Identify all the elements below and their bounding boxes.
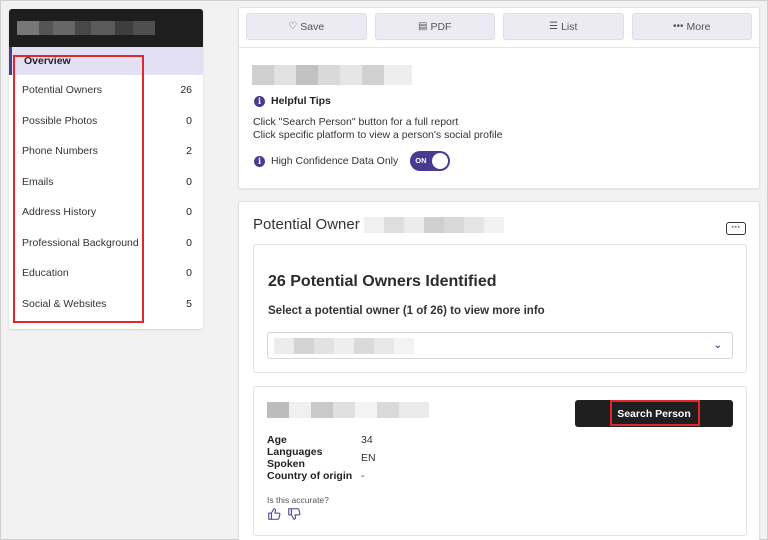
sidebar-item-count: 5	[186, 297, 192, 310]
sidebar-nav: Overview Potential Owners 26 Possible Ph…	[9, 47, 203, 319]
toolbar: ♡ Save ▤ PDF ☰ List ••• More	[239, 8, 759, 45]
detail-label: Age	[267, 434, 287, 446]
tips-title-text: Helpful Tips	[271, 95, 331, 107]
redacted-subject-name	[252, 65, 412, 85]
redacted-name	[17, 21, 155, 35]
list-label: List	[561, 20, 578, 33]
detail-value: EN	[361, 452, 376, 464]
sidebar-item-count: 26	[180, 84, 192, 97]
sidebar-item-phone-numbers[interactable]: Phone Numbers 2	[9, 136, 203, 167]
info-icon: i	[254, 155, 265, 167]
sidebar-item-label: Possible Photos	[22, 114, 98, 127]
sidebar-header	[9, 9, 203, 47]
sidebar-item-label: Social & Websites	[22, 297, 107, 310]
accuracy-question: Is this accurate?	[267, 495, 329, 505]
sidebar-item-label: Phone Numbers	[22, 145, 98, 158]
owner-select-prompt: Select a potential owner (1 of 26) to vi…	[268, 305, 545, 317]
feedback-buttons	[267, 507, 301, 526]
sidebar-item-potential-owners[interactable]: Potential Owners 26	[9, 75, 203, 106]
sidebar-item-label: Professional Background	[22, 236, 139, 249]
sidebar: Overview Potential Owners 26 Possible Ph…	[9, 9, 203, 329]
pdf-icon: ▤	[418, 21, 428, 32]
report-toolbar-panel: ♡ Save ▤ PDF ☰ List ••• More i Helpful T…	[238, 7, 760, 189]
pdf-label: PDF	[430, 20, 452, 33]
list-icon: ☰	[549, 21, 559, 32]
ellipsis-icon: ···	[731, 222, 741, 232]
thumbs-down-icon[interactable]	[287, 507, 301, 526]
toggle-knob	[432, 153, 449, 169]
potential-owner-section: Potential Owner ··· 26 Potential Owners …	[238, 201, 760, 540]
sidebar-item-count: 0	[186, 114, 192, 127]
section-options-button[interactable]: ···	[726, 222, 746, 235]
sidebar-item-address-history[interactable]: Address History 0	[9, 197, 203, 228]
toolbar-divider	[239, 47, 759, 48]
ellipsis-icon: •••	[673, 21, 684, 32]
tips-line-1: Click "Search Person" button for a full …	[253, 116, 459, 128]
owners-heading: 26 Potential Owners Identified	[268, 273, 497, 290]
sidebar-item-label: Address History	[22, 206, 97, 219]
sidebar-item-label: Education	[22, 267, 69, 280]
detail-row-languages: Languages Spoken EN	[267, 446, 376, 470]
detail-label: Country of origin	[267, 470, 353, 482]
person-card: Search Person Age 34 Languages Spoken EN…	[253, 386, 747, 536]
detail-row-country: Country of origin -	[267, 467, 376, 485]
redacted-selected-owner	[274, 338, 414, 354]
sidebar-item-count: 0	[186, 175, 192, 188]
save-button[interactable]: ♡ Save	[246, 13, 367, 40]
sidebar-item-label: Emails	[22, 175, 54, 188]
tips-title: i Helpful Tips	[254, 95, 331, 107]
pdf-button[interactable]: ▤ PDF	[374, 13, 495, 40]
tips-line-2: Click specific platform to view a person…	[253, 129, 503, 141]
redacted-person-name	[267, 402, 429, 418]
heart-icon: ♡	[288, 21, 298, 32]
sidebar-item-label: Overview	[24, 55, 71, 67]
person-details: Age 34 Languages Spoken EN Country of or…	[267, 431, 376, 485]
search-person-button[interactable]: Search Person	[575, 400, 733, 427]
sidebar-item-count: 2	[186, 145, 192, 158]
redacted-section-title	[363, 216, 524, 233]
confidence-label: High Confidence Data Only	[271, 155, 399, 167]
detail-label: Languages Spoken	[267, 446, 323, 470]
save-label: Save	[300, 20, 325, 33]
more-label: More	[686, 20, 711, 33]
detail-value: -	[361, 470, 365, 482]
sidebar-item-social-websites[interactable]: Social & Websites 5	[9, 289, 203, 320]
sidebar-item-possible-photos[interactable]: Possible Photos 0	[9, 106, 203, 137]
more-button[interactable]: ••• More	[631, 13, 752, 40]
chevron-down-icon: ⌄	[713, 340, 722, 351]
sidebar-item-overview[interactable]: Overview	[9, 47, 203, 75]
owners-summary-card: 26 Potential Owners Identified Select a …	[253, 244, 747, 373]
owner-select[interactable]: ⌄	[267, 332, 733, 359]
toggle-state-text: ON	[415, 156, 427, 165]
thumbs-up-icon[interactable]	[267, 507, 281, 526]
list-button[interactable]: ☰ List	[503, 13, 624, 40]
section-title: Potential Owner	[253, 216, 360, 233]
confidence-row: i High Confidence Data Only ON	[254, 151, 451, 171]
sidebar-item-count: 0	[186, 206, 192, 219]
tips-body: Click "Search Person" button for a full …	[253, 116, 502, 142]
sidebar-item-education[interactable]: Education 0	[9, 258, 203, 289]
search-person-label: Search Person	[617, 407, 691, 420]
section-header: Potential Owner	[253, 216, 524, 233]
sidebar-item-count: 0	[186, 267, 192, 280]
sidebar-item-professional-background[interactable]: Professional Background 0	[9, 228, 203, 259]
sidebar-item-label: Potential Owners	[22, 84, 102, 97]
info-icon: i	[254, 95, 265, 107]
sidebar-item-emails[interactable]: Emails 0	[9, 167, 203, 198]
detail-value: 34	[361, 434, 373, 446]
sidebar-item-count: 0	[186, 236, 192, 249]
high-confidence-toggle[interactable]: ON	[410, 151, 451, 171]
